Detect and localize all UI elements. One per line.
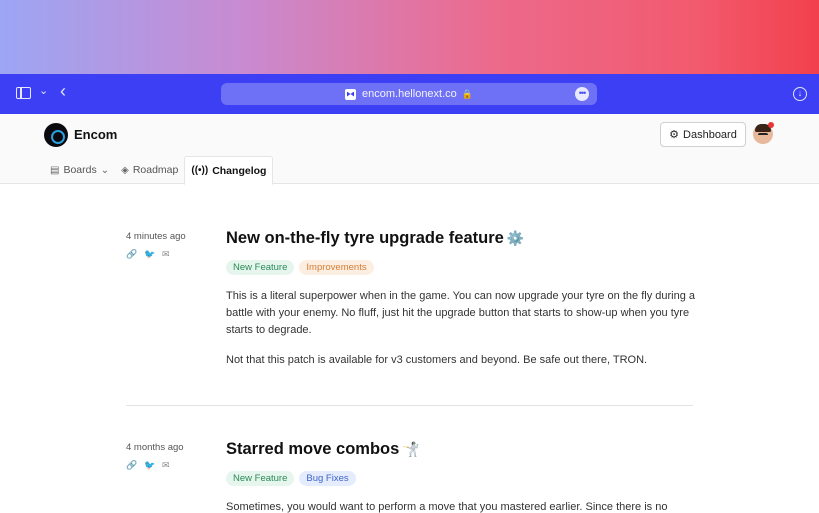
site-favicon-icon xyxy=(345,88,356,100)
more-icon[interactable]: ••• xyxy=(575,87,589,101)
tab-roadmap-label: Roadmap xyxy=(132,164,179,176)
post-paragraph: This is a literal superpower when in the… xyxy=(226,290,695,336)
roadmap-icon: ◈ xyxy=(121,164,129,176)
link-icon[interactable]: 🔗 xyxy=(126,460,137,470)
share-links: 🔗 🐦 ✉ xyxy=(126,460,172,470)
brand-logo[interactable] xyxy=(44,123,68,147)
browser-toolbar: ⌄ ‹ encom.hellonext.co 🔒 ••• ↓ xyxy=(0,74,819,114)
tag-new-feature[interactable]: New Feature xyxy=(226,260,295,275)
fencer-emoji-icon: 🤺 xyxy=(402,441,420,457)
gear-icon: ⚙ xyxy=(669,129,680,141)
post-title[interactable]: New on-the-fly tyre upgrade feature ⚙️ xyxy=(226,229,524,248)
post-time: 4 months ago xyxy=(126,442,184,453)
tab-boards[interactable]: ▤ Boards ⌄ xyxy=(44,156,115,184)
download-icon[interactable]: ↓ xyxy=(793,87,807,101)
twitter-icon[interactable]: 🐦 xyxy=(144,460,155,470)
tag-new-feature[interactable]: New Feature xyxy=(226,471,295,486)
broadcast-icon: ((•)) xyxy=(191,165,209,176)
post-divider xyxy=(126,405,693,406)
tab-changelog[interactable]: ((•)) Changelog xyxy=(184,156,274,185)
boards-icon: ▤ xyxy=(50,164,60,176)
dashboard-button[interactable]: ⚙ Dashboard xyxy=(660,122,746,147)
tag-bug-fixes[interactable]: Bug Fixes xyxy=(299,471,356,486)
sidebar-toggle-icon[interactable] xyxy=(16,87,31,99)
post-title-text: New on-the-fly tyre upgrade feature xyxy=(226,229,504,247)
dashboard-label: Dashboard xyxy=(683,128,737,141)
notification-dot xyxy=(768,122,774,128)
site-header: Encom ⚙ Dashboard ▤ Boards ⌄ ◈ Roadmap (… xyxy=(0,114,819,185)
url-text: encom.hellonext.co xyxy=(362,88,457,100)
post-title-text: Starred move combos xyxy=(226,440,400,458)
post-time: 4 minutes ago xyxy=(126,231,186,242)
lock-icon: 🔒 xyxy=(461,88,473,99)
desktop-backdrop xyxy=(0,0,819,76)
mail-icon[interactable]: ✉ xyxy=(162,460,172,470)
link-icon[interactable]: 🔗 xyxy=(126,249,137,259)
post-paragraph: Sometimes, you would want to perform a m… xyxy=(226,501,668,513)
nav-tabs: ▤ Boards ⌄ ◈ Roadmap ((•)) Changelog xyxy=(44,156,274,185)
share-links: 🔗 🐦 ✉ xyxy=(126,249,172,259)
twitter-icon[interactable]: 🐦 xyxy=(144,249,155,259)
post-title[interactable]: Starred move combos 🤺 xyxy=(226,440,420,459)
brand-name[interactable]: Encom xyxy=(74,127,117,142)
tag-improvements[interactable]: Improvements xyxy=(299,260,374,275)
post-tags: New Feature Bug Fixes xyxy=(226,471,356,486)
address-bar[interactable]: encom.hellonext.co 🔒 ••• xyxy=(221,83,597,105)
post-paragraph: Not that this patch is available for v3 … xyxy=(226,354,648,366)
gear-emoji-icon: ⚙️ xyxy=(506,230,525,246)
tab-roadmap[interactable]: ◈ Roadmap xyxy=(115,156,184,184)
tab-changelog-label: Changelog xyxy=(212,164,267,177)
back-icon[interactable]: ‹ xyxy=(60,81,66,102)
post-tags: New Feature Improvements xyxy=(226,260,374,275)
chevron-down-icon: ⌄ xyxy=(100,164,110,176)
tab-boards-label: Boards xyxy=(63,164,97,176)
mail-icon[interactable]: ✉ xyxy=(162,249,172,259)
chevron-down-icon[interactable]: ⌄ xyxy=(39,84,48,97)
